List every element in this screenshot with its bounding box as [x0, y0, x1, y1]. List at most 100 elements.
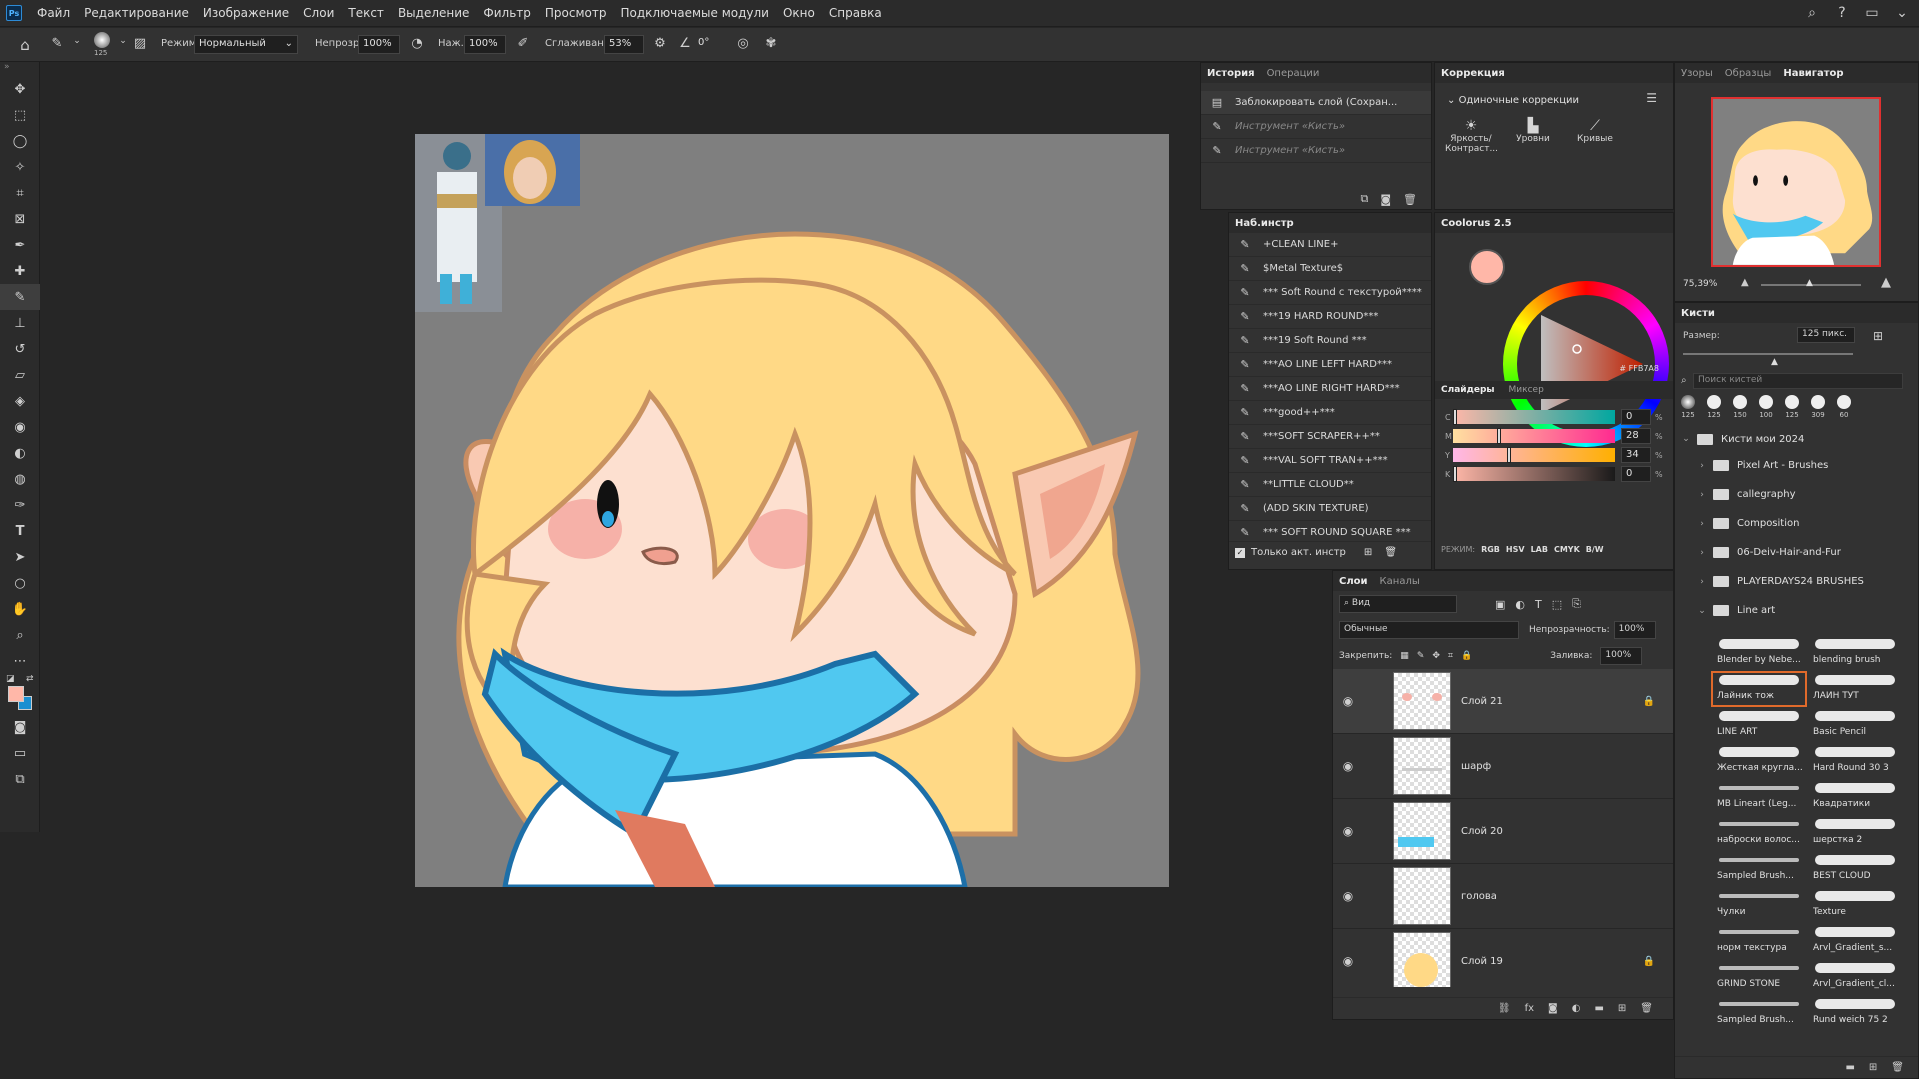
trash-icon[interactable]: 🗑 [1640, 1003, 1653, 1014]
mode-hsv[interactable]: HSV [1506, 545, 1525, 554]
brush-folder[interactable]: › PLAYERDAYS24 BRUSHES [1679, 567, 1909, 596]
chevron-right-icon[interactable]: › [1695, 577, 1709, 587]
search-icon[interactable]: ⌕ [1803, 4, 1821, 22]
brush-folder[interactable]: › 06-Deiv-Hair-and-Fur [1679, 538, 1909, 567]
marquee-tool-icon[interactable]: ⬚ [0, 102, 40, 128]
history-brush-tool-icon[interactable]: ↺ [0, 336, 40, 362]
artboard-icon[interactable]: ⧉ [0, 766, 40, 792]
brush-item[interactable]: Texture [1807, 887, 1903, 923]
preset-item[interactable]: ✎ ***SOFT SCRAPER++** [1229, 425, 1431, 449]
tab-coolorus[interactable]: Coolorus 2.5 [1441, 218, 1512, 229]
tab-sliders[interactable]: Слайдеры [1441, 385, 1495, 395]
brush-item[interactable]: MB Lineart (Leg... [1711, 779, 1807, 815]
pressure-size-icon[interactable]: ◎ [734, 36, 752, 54]
preset-item[interactable]: ✎ *** SOFT ROUND SQUARE *** [1229, 521, 1431, 541]
checkbox-icon[interactable]: ✓ [1235, 547, 1245, 558]
preset-item[interactable]: ✎ ***VAL SOFT TRAN++*** [1229, 449, 1431, 473]
menu-item-10[interactable]: Справка [822, 0, 889, 27]
recent-brush[interactable]: 150 [1731, 395, 1749, 419]
brush-folder[interactable]: › callegraphy [1679, 480, 1909, 509]
slider-value[interactable]: 0 [1621, 409, 1651, 425]
lock-all-icon[interactable]: 🔒 [1461, 651, 1472, 661]
brush-item[interactable]: шерстка 2 [1807, 815, 1903, 851]
brush-size-slider-handle[interactable]: ▲ [1771, 357, 1778, 367]
menu-item-8[interactable]: Подключаемые модули [613, 0, 776, 27]
slider-value[interactable]: 0 [1621, 466, 1651, 482]
preset-item[interactable]: ✎ *** Soft Round с текстурой**** [1229, 281, 1431, 305]
sponge-tool-icon[interactable]: ◍ [0, 466, 40, 492]
layer-row[interactable]: ◉ шарф [1333, 734, 1673, 799]
brush-item[interactable]: Rund weich 75 2 [1807, 995, 1903, 1031]
new-preset-icon[interactable]: ⊞ [1364, 547, 1372, 558]
brush-item[interactable]: наброски волос... [1711, 815, 1807, 851]
hex-value[interactable]: # FFB7A8 [1619, 364, 1659, 373]
default-colors-icon[interactable]: ◪ [6, 674, 15, 684]
type-tool-icon[interactable]: T [0, 518, 40, 544]
lock-paint-icon[interactable]: ✎ [1417, 651, 1425, 661]
single-adjustments-header[interactable]: ⌄ Одиночные коррекции [1435, 83, 1673, 106]
symmetry-icon[interactable]: ✾ [762, 36, 780, 54]
brush-item[interactable]: Blender by Nebe... [1711, 635, 1807, 671]
brush-item[interactable]: BEST CLOUD [1807, 851, 1903, 887]
tab-swatches[interactable]: Образцы [1725, 68, 1772, 79]
workspace-icon[interactable]: ▭ [1863, 4, 1881, 22]
brush-search-input[interactable]: Поиск кистей [1693, 373, 1903, 389]
brush-folder[interactable]: ⌄ Line art [1679, 596, 1909, 625]
mode-cmyk[interactable]: CMYK [1554, 545, 1580, 554]
brush-folder[interactable]: › Pixel Art - Brushes [1679, 451, 1909, 480]
blend-mode-select[interactable]: Обычные [1339, 621, 1519, 639]
history-item[interactable]: ▤ Заблокировать слой (Сохран... [1201, 91, 1431, 115]
menu-item-7[interactable]: Просмотр [538, 0, 614, 27]
folder-icon[interactable]: ▬ [1845, 1062, 1854, 1073]
healing-brush-tool-icon[interactable]: ✚ [0, 258, 40, 284]
lock-artboard-icon[interactable]: ⌗ [1448, 651, 1453, 661]
crop-tool-icon[interactable]: ⌗ [0, 180, 40, 206]
mode-rgb[interactable]: RGB [1481, 545, 1500, 554]
blur-tool-icon[interactable]: ◉ [0, 414, 40, 440]
new-brush-icon[interactable]: ⊞ [1873, 329, 1883, 343]
preset-item[interactable]: ✎ ***good++*** [1229, 401, 1431, 425]
pressure-opacity-icon[interactable]: ◔ [408, 36, 426, 54]
tab-actions[interactable]: Операции [1267, 68, 1320, 79]
fx-icon[interactable]: fx [1525, 1003, 1534, 1014]
lasso-tool-icon[interactable]: ◯ [0, 128, 40, 154]
opacity-field[interactable]: 100% [358, 35, 400, 54]
brush-preview-icon[interactable] [94, 32, 110, 48]
layer-row[interactable]: ◉ голова [1333, 864, 1673, 929]
document-canvas[interactable] [415, 134, 1169, 887]
lock-move-icon[interactable]: ✥ [1432, 651, 1440, 661]
slider-handle[interactable] [1453, 409, 1457, 425]
filter-smart-icon[interactable]: ⎘ [1572, 597, 1581, 611]
filter-pixel-icon[interactable]: ▣ [1495, 598, 1505, 611]
history-item[interactable]: ✎ Инструмент «Кисть» [1201, 139, 1431, 163]
layer-row[interactable]: ◉ Слой 19 🔒 [1333, 929, 1673, 987]
brush-item[interactable]: норм текстура [1711, 923, 1807, 959]
mask-icon[interactable]: ◙ [1548, 1003, 1558, 1014]
menu-item-1[interactable]: Редактирование [77, 0, 196, 27]
chevron-down-icon[interactable]: ⌄ [1695, 606, 1709, 616]
screen-mode-icon[interactable]: ▭ [0, 740, 40, 766]
brush-item[interactable]: GRIND STONE [1711, 959, 1807, 995]
zoom-tool-icon[interactable]: ⌕ [0, 622, 40, 648]
preset-item[interactable]: ✎ ***19 Soft Round *** [1229, 329, 1431, 353]
levels-button[interactable]: ▙ Уровни [1507, 118, 1559, 154]
zoom-out-icon[interactable]: ▲ [1741, 277, 1749, 288]
brush-item[interactable]: Sampled Brush... [1711, 995, 1807, 1031]
slider-handle[interactable] [1497, 428, 1502, 444]
menu-item-3[interactable]: Слои [296, 0, 341, 27]
preset-item[interactable]: ✎ ***AO LINE RIGHT HARD*** [1229, 377, 1431, 401]
chevron-down-icon[interactable]: ⌄ [1679, 434, 1693, 444]
eyedropper-tool-icon[interactable]: ✒ [0, 232, 40, 258]
foreground-color-swatch[interactable] [8, 686, 24, 702]
slider-track[interactable] [1453, 409, 1615, 425]
tab-navigator[interactable]: Навигатор [1783, 68, 1843, 79]
swap-colors-icon[interactable]: ⇄ [26, 674, 34, 684]
chevron-down-icon[interactable]: ⌄ [68, 36, 86, 54]
preset-item[interactable]: ✎ $Metal Texture$ [1229, 257, 1431, 281]
brush-item[interactable]: LINE ART [1711, 707, 1807, 743]
menu-item-2[interactable]: Изображение [196, 0, 296, 27]
more-tools-icon[interactable]: ⋯ [0, 648, 40, 674]
hand-tool-icon[interactable]: ✋ [0, 596, 40, 622]
slider-value[interactable]: 28 [1621, 428, 1651, 444]
quick-mask-icon[interactable]: ◙ [0, 714, 40, 740]
